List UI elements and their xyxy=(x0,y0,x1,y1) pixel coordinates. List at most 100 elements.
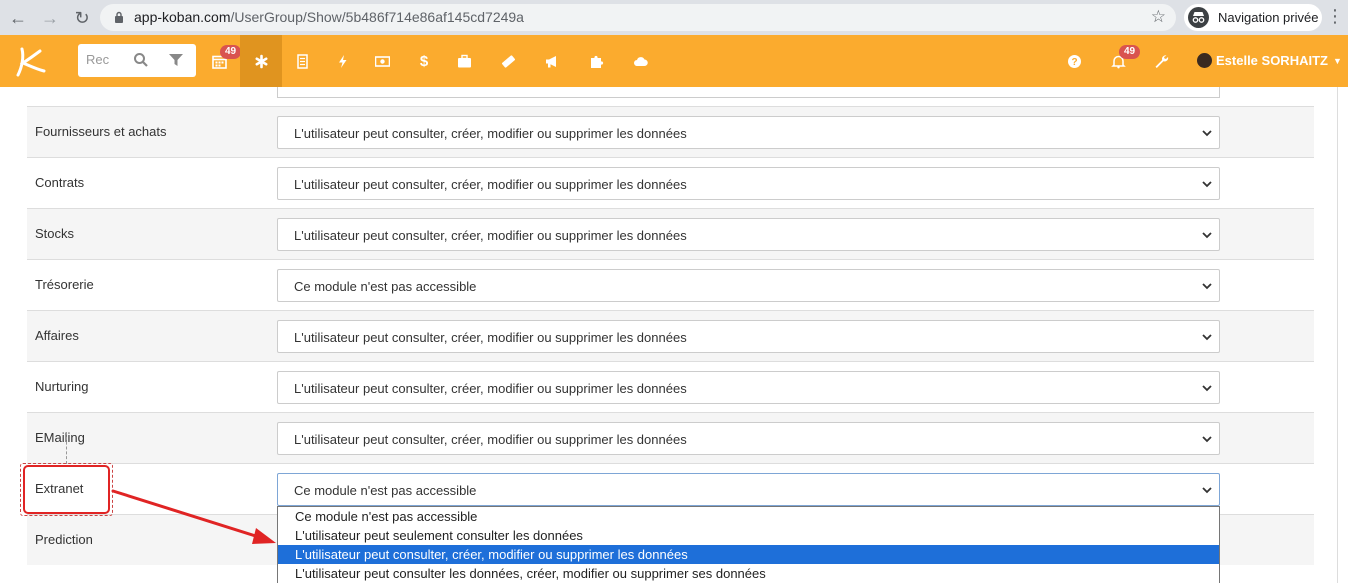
lock-icon xyxy=(115,11,123,23)
koban-logo[interactable] xyxy=(10,45,50,79)
settings-module-button[interactable] xyxy=(240,35,282,87)
search-icon[interactable] xyxy=(133,52,149,68)
forward-icon[interactable]: → xyxy=(38,6,62,30)
briefcase-icon xyxy=(457,54,471,67)
module-label: Stocks xyxy=(35,226,75,241)
address-bar[interactable]: app-koban.com/UserGroup/Show/5b486f714e8… xyxy=(100,4,1176,31)
table-row: Trésorerie Ce module n'est pas accessibl… xyxy=(27,259,1314,310)
bookmark-star-icon[interactable]: ☆ xyxy=(1151,7,1166,27)
business-button[interactable] xyxy=(444,35,484,87)
reload-icon[interactable]: ↻ xyxy=(70,6,94,30)
url-text: app-koban.com/UserGroup/Show/5b486f714e8… xyxy=(134,9,524,25)
permission-select[interactable]: L'utilisateur peut consulter, créer, mod… xyxy=(277,320,1220,353)
browser-menu-icon[interactable]: ⋮ xyxy=(1326,6,1344,27)
help-icon: ? xyxy=(1067,54,1081,68)
calendar-badge: 49 xyxy=(220,45,242,59)
url-host: app-koban.com xyxy=(134,9,231,25)
incognito-label: Navigation privée xyxy=(1218,10,1319,25)
select-partial[interactable] xyxy=(277,87,1220,98)
chevron-down-icon xyxy=(1202,334,1212,341)
asterisk-icon xyxy=(254,54,267,68)
permission-select[interactable]: L'utilisateur peut consulter, créer, mod… xyxy=(277,218,1220,251)
chevron-down-icon xyxy=(1202,436,1212,443)
permission-select[interactable]: L'utilisateur peut consulter, créer, mod… xyxy=(277,371,1220,404)
dropdown-option[interactable]: L'utilisateur peut seulement consulter l… xyxy=(278,526,1219,545)
app-header: 49 $ ? 49 Estelle SORHAITZ ▼ xyxy=(0,35,1348,87)
calendar-button[interactable] xyxy=(199,35,239,87)
permission-value: L'utilisateur peut consulter, créer, mod… xyxy=(294,381,687,396)
cloud-icon xyxy=(633,56,648,66)
chevron-down-icon xyxy=(1202,283,1212,290)
money-button[interactable] xyxy=(362,35,402,87)
chevron-down-icon: ▼ xyxy=(1332,55,1342,66)
search-input[interactable] xyxy=(86,52,126,67)
table-row: Contrats L'utilisateur peut consulter, c… xyxy=(27,157,1314,208)
permission-value: Ce module n'est pas accessible xyxy=(294,279,477,294)
back-icon[interactable]: ← xyxy=(6,6,30,30)
tools-button[interactable] xyxy=(1141,35,1181,87)
money-icon xyxy=(374,55,390,67)
svg-text:?: ? xyxy=(1071,57,1077,68)
module-label: Fournisseurs et achats xyxy=(35,124,167,139)
dropdown-option[interactable]: Ce module n'est pas accessible xyxy=(278,507,1219,526)
permission-value: L'utilisateur peut consulter, créer, mod… xyxy=(294,432,687,447)
incognito-icon xyxy=(1188,7,1209,28)
notifications-button[interactable] xyxy=(1098,35,1138,87)
permission-dropdown-list: Ce module n'est pas accessible L'utilisa… xyxy=(277,506,1220,583)
page-border xyxy=(1337,87,1338,583)
table-row: Fournisseurs et achats L'utilisateur peu… xyxy=(27,106,1314,157)
module-label: Nurturing xyxy=(35,379,89,394)
module-label: Affaires xyxy=(35,328,79,343)
documents-button[interactable] xyxy=(282,35,322,87)
dropdown-option-highlighted[interactable]: L'utilisateur peut consulter, créer, mod… xyxy=(278,545,1219,564)
table-row: EMailing L'utilisateur peut consulter, c… xyxy=(27,412,1314,463)
chevron-down-icon xyxy=(1202,232,1212,239)
table-row: Affaires L'utilisateur peut consulter, c… xyxy=(27,310,1314,361)
marketing-button[interactable] xyxy=(532,35,572,87)
chevron-down-icon xyxy=(1202,181,1212,188)
extensions-button[interactable] xyxy=(576,35,616,87)
finance-button[interactable]: $ xyxy=(404,35,444,87)
actions-button[interactable] xyxy=(322,35,362,87)
module-label: EMailing xyxy=(35,430,85,445)
chevron-down-icon xyxy=(1202,130,1212,137)
notification-badge: 49 xyxy=(1119,45,1141,59)
dollar-icon: $ xyxy=(419,52,429,70)
chevron-down-icon xyxy=(1202,487,1212,494)
dropdown-option[interactable]: L'utilisateur peut consulter les données… xyxy=(278,564,1219,583)
table-row: Stocks L'utilisateur peut consulter, cré… xyxy=(27,208,1314,259)
permission-select[interactable]: Ce module n'est pas accessible xyxy=(277,269,1220,302)
permission-select[interactable]: L'utilisateur peut consulter, créer, mod… xyxy=(277,116,1220,149)
module-label: Contrats xyxy=(35,175,85,190)
puzzle-icon xyxy=(590,55,603,68)
permission-select[interactable]: Ce module n'est pas accessible xyxy=(277,473,1220,506)
permissions-table: Fournisseurs et achats L'utilisateur peu… xyxy=(0,87,1348,583)
focus-guide-line xyxy=(66,432,67,464)
url-path: /UserGroup/Show/5b486f714e86af145cd7249a xyxy=(230,9,524,25)
ticket-icon xyxy=(501,54,515,68)
permission-value: L'utilisateur peut consulter, créer, mod… xyxy=(294,177,687,192)
bolt-icon xyxy=(338,54,346,68)
browser-toolbar: ← → ↻ app-koban.com/UserGroup/Show/5b486… xyxy=(0,0,1348,35)
table-row: Nurturing L'utilisateur peut consulter, … xyxy=(27,361,1314,412)
cloud-button[interactable] xyxy=(620,35,660,87)
module-label: Trésorerie xyxy=(35,277,94,292)
tickets-button[interactable] xyxy=(488,35,528,87)
permission-select[interactable]: L'utilisateur peut consulter, créer, mod… xyxy=(277,422,1220,455)
permission-value: L'utilisateur peut consulter, créer, mod… xyxy=(294,126,687,141)
permission-value: L'utilisateur peut consulter, créer, mod… xyxy=(294,330,687,345)
module-label: Prediction xyxy=(35,532,93,547)
user-name: Estelle SORHAITZ xyxy=(1216,53,1328,68)
wrench-icon xyxy=(1155,54,1168,68)
permission-select[interactable]: L'utilisateur peut consulter, créer, mod… xyxy=(277,167,1220,200)
filter-icon[interactable] xyxy=(169,53,183,67)
megaphone-icon xyxy=(545,55,556,67)
document-icon xyxy=(296,53,308,69)
avatar xyxy=(1197,53,1212,68)
incognito-indicator[interactable]: Navigation privée xyxy=(1184,4,1322,31)
permission-value: L'utilisateur peut consulter, créer, mod… xyxy=(294,228,687,243)
chevron-down-icon xyxy=(1202,385,1212,392)
user-menu[interactable]: Estelle SORHAITZ ▼ xyxy=(1197,53,1342,68)
help-button[interactable]: ? xyxy=(1054,35,1094,87)
annotation-highlight-box xyxy=(23,465,110,514)
